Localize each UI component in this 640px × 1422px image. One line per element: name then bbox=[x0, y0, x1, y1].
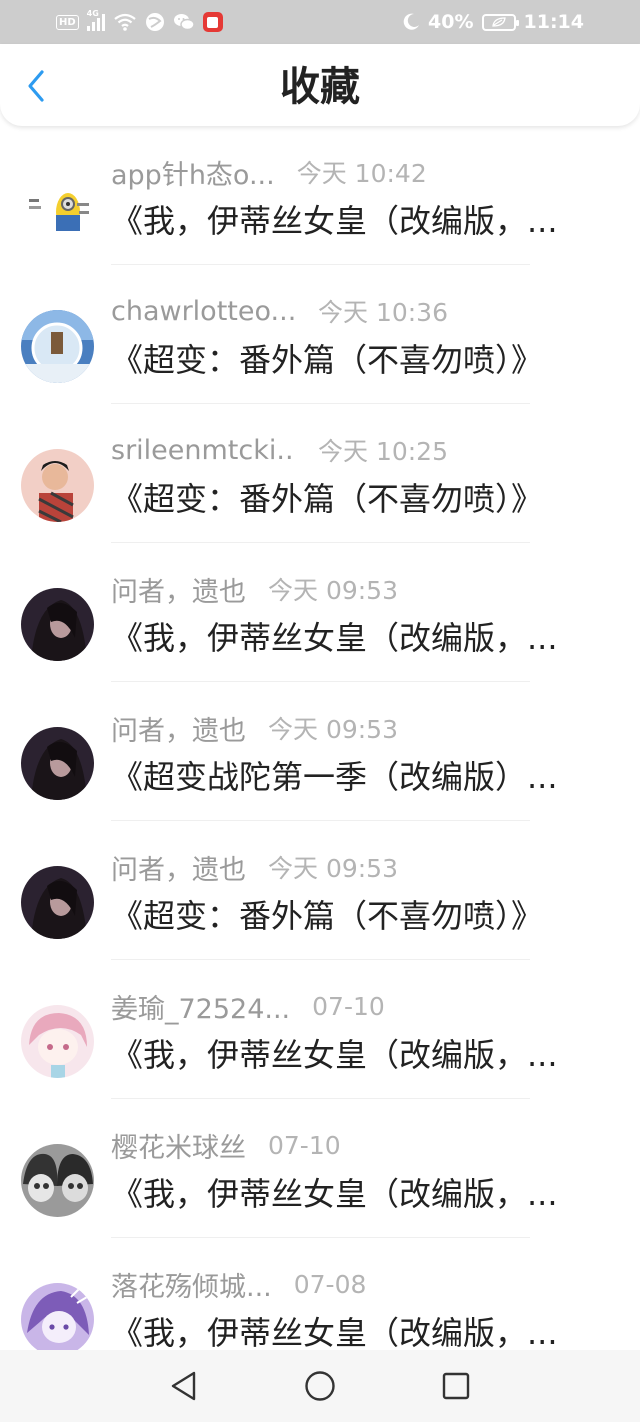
avatar[interactable] bbox=[21, 1144, 94, 1217]
clock: 11:14 bbox=[523, 11, 584, 33]
timestamp: 今天 09:53 bbox=[268, 854, 398, 883]
item-meta: 问者，遗也 今天 09:53 bbox=[111, 847, 620, 887]
item-title[interactable]: 《超变：番外篇（不喜勿喷）》 bbox=[111, 895, 587, 937]
hd-badge: HD bbox=[56, 14, 79, 30]
system-nav-bar bbox=[0, 1350, 640, 1422]
author-name[interactable]: 姜瑜_72524... bbox=[111, 987, 290, 1026]
item-meta: 姜瑜_72524... 07-10 bbox=[111, 986, 620, 1026]
timestamp: 今天 10:36 bbox=[318, 298, 448, 327]
avatar[interactable] bbox=[21, 866, 94, 939]
item-meta: app针h态o... 今天 10:42 bbox=[111, 152, 620, 192]
avatar[interactable] bbox=[21, 727, 94, 800]
avatar[interactable] bbox=[21, 1283, 94, 1356]
avatar[interactable] bbox=[21, 588, 94, 661]
circle-home-icon bbox=[305, 1371, 335, 1401]
timestamp: 07-08 bbox=[293, 1269, 367, 1299]
item-title[interactable]: 《我，伊蒂丝女皇（改编版，... bbox=[111, 200, 587, 242]
battery-percent: 40% bbox=[428, 11, 474, 33]
timestamp: 今天 09:53 bbox=[268, 715, 398, 744]
leaf-icon bbox=[491, 17, 506, 27]
timestamp: 今天 10:42 bbox=[296, 159, 427, 188]
timestamp: 今天 10:25 bbox=[318, 437, 448, 466]
nav-back-button[interactable] bbox=[164, 1366, 204, 1406]
favorite-item[interactable]: 问者，遗也 今天 09:53 《我，伊蒂丝女皇（改编版，... bbox=[0, 543, 640, 682]
timestamp: 07-10 bbox=[312, 991, 385, 1021]
author-name[interactable]: 问者，遗也 bbox=[111, 848, 246, 887]
author-name[interactable]: 问者，遗也 bbox=[111, 570, 246, 609]
item-title[interactable]: 《我，伊蒂丝女皇（改编版，... bbox=[111, 1312, 587, 1354]
avatar[interactable] bbox=[21, 310, 94, 383]
nav-home-button[interactable] bbox=[300, 1366, 340, 1406]
favorites-list: app针h态o... 今天 10:42 《我，伊蒂丝女皇（改编版，... cha… bbox=[0, 126, 640, 1377]
item-meta: 樱花米球丝 07-10 bbox=[111, 1125, 620, 1165]
author-name[interactable]: chawrlotteo... bbox=[111, 296, 296, 327]
author-name[interactable]: 问者，遗也 bbox=[111, 709, 246, 748]
signal-icon: 4G bbox=[86, 9, 105, 31]
avatar[interactable] bbox=[21, 1005, 94, 1078]
item-title[interactable]: 《超变：番外篇（不喜勿喷）》 bbox=[111, 478, 587, 520]
browser-icon bbox=[145, 13, 164, 31]
item-title[interactable]: 《超变战陀第一季（改编版）... bbox=[111, 756, 587, 798]
author-name[interactable]: 樱花米球丝 bbox=[111, 1126, 246, 1165]
item-meta: srileenmtcki... 今天 10:25 bbox=[111, 430, 620, 470]
wechat-icon bbox=[173, 14, 195, 31]
moon-icon bbox=[403, 13, 420, 30]
status-left: HD 4G bbox=[56, 9, 223, 34]
item-meta: 问者，遗也 今天 09:53 bbox=[111, 708, 620, 748]
square-recents-icon bbox=[442, 1372, 470, 1400]
item-meta: 问者，遗也 今天 09:53 bbox=[111, 569, 620, 609]
page-header: 收藏 bbox=[0, 44, 640, 126]
item-title[interactable]: 《我，伊蒂丝女皇（改编版，... bbox=[111, 1173, 587, 1215]
item-meta: 落花殇倾城... 07-08 bbox=[111, 1264, 620, 1304]
battery-icon bbox=[481, 13, 519, 31]
favorite-item[interactable]: chawrlotteo... 今天 10:36 《超变：番外篇（不喜勿喷）》 bbox=[0, 265, 640, 404]
signal-type: 4G bbox=[86, 9, 99, 18]
item-title[interactable]: 《我，伊蒂丝女皇（改编版，... bbox=[111, 1034, 587, 1076]
author-name[interactable]: 落花殇倾城... bbox=[111, 1265, 272, 1304]
favorite-item[interactable]: 姜瑜_72524... 07-10 《我，伊蒂丝女皇（改编版，... bbox=[0, 960, 640, 1099]
status-bar: HD 4G 40% 11:14 bbox=[0, 0, 640, 44]
status-right: 40% 11:14 bbox=[402, 10, 584, 34]
page-title: 收藏 bbox=[280, 64, 360, 110]
nav-recents-button[interactable] bbox=[436, 1366, 476, 1406]
author-name[interactable]: app针h态o... bbox=[111, 153, 275, 192]
timestamp: 07-10 bbox=[268, 1130, 341, 1160]
item-title[interactable]: 《我，伊蒂丝女皇（改编版，... bbox=[111, 617, 587, 659]
item-meta: chawrlotteo... 今天 10:36 bbox=[111, 291, 620, 331]
favorite-item[interactable]: srileenmtcki... 今天 10:25 《超变：番外篇（不喜勿喷）》 bbox=[0, 404, 640, 543]
timestamp: 今天 09:53 bbox=[268, 576, 398, 605]
avatar[interactable] bbox=[21, 171, 94, 244]
item-title[interactable]: 《超变：番外篇（不喜勿喷）》 bbox=[111, 339, 587, 381]
wifi-icon bbox=[113, 13, 136, 31]
favorite-item[interactable]: app针h态o... 今天 10:42 《我，伊蒂丝女皇（改编版，... bbox=[0, 126, 640, 265]
author-name[interactable]: srileenmtcki... bbox=[111, 435, 296, 466]
avatar[interactable] bbox=[21, 449, 94, 522]
favorite-item[interactable]: 樱花米球丝 07-10 《我，伊蒂丝女皇（改编版，... bbox=[0, 1099, 640, 1238]
favorite-item[interactable]: 问者，遗也 今天 09:53 《超变：番外篇（不喜勿喷）》 bbox=[0, 821, 640, 960]
app-notification-icon bbox=[202, 12, 223, 32]
triangle-back-icon bbox=[171, 1371, 196, 1401]
favorite-item[interactable]: 问者，遗也 今天 09:53 《超变战陀第一季（改编版）... bbox=[0, 682, 640, 821]
